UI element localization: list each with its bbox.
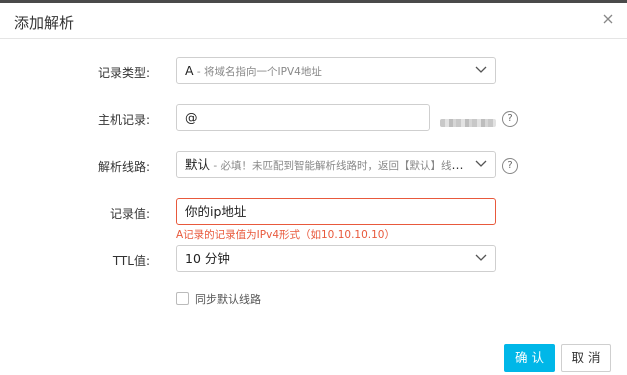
host-record-help-icon[interactable]: ? <box>502 111 518 127</box>
record-value-input[interactable]: 你的ip地址 <box>176 198 496 225</box>
line-select[interactable]: 默认 - 必填！未匹配到智能解析线路时，返回【默认】线路... <box>176 151 496 178</box>
ttl-label: TTL值: <box>112 254 150 268</box>
close-icon[interactable] <box>601 12 615 26</box>
cancel-button[interactable]: 取 消 <box>561 344 611 372</box>
record-value-text: 你的ip地址 <box>185 204 247 219</box>
record-type-value: A <box>185 63 194 78</box>
dialog-header: 添加解析 <box>0 3 627 39</box>
sync-default-checkbox[interactable] <box>176 292 189 305</box>
record-type-description: - 将域名指向一个IPV4地址 <box>193 66 322 78</box>
ttl-select[interactable]: 10 分钟 <box>176 245 496 272</box>
host-record-input[interactable]: @ <box>176 104 430 131</box>
record-value-error: A记录的记录值为IPv4形式（如10.10.10.10） <box>176 229 395 241</box>
line-value: 默认 <box>185 157 211 172</box>
line-label: 解析线路: <box>97 160 150 174</box>
chevron-down-icon <box>475 254 487 262</box>
redacted-domain <box>440 119 496 127</box>
host-record-label: 主机记录: <box>97 113 150 127</box>
add-record-dialog: 添加解析 记录类型: A - 将域名指向一个IPV4地址 主机记录: @ ? 解… <box>0 3 627 375</box>
dialog-title: 添加解析 <box>14 14 75 32</box>
line-help-icon[interactable]: ? <box>502 158 518 174</box>
sync-default-label[interactable]: 同步默认线路 <box>195 291 261 307</box>
confirm-button[interactable]: 确 认 <box>504 344 555 372</box>
record-value-label: 记录值: <box>109 207 150 221</box>
chevron-down-icon <box>475 66 487 74</box>
chevron-down-icon <box>475 160 487 168</box>
record-type-label: 记录类型: <box>97 66 150 80</box>
ttl-value: 10 分钟 <box>185 251 230 266</box>
record-type-select[interactable]: A - 将域名指向一个IPV4地址 <box>176 57 496 84</box>
line-description: - 必填！未匹配到智能解析线路时，返回【默认】线路... <box>210 160 472 172</box>
host-record-value: @ <box>185 110 198 125</box>
